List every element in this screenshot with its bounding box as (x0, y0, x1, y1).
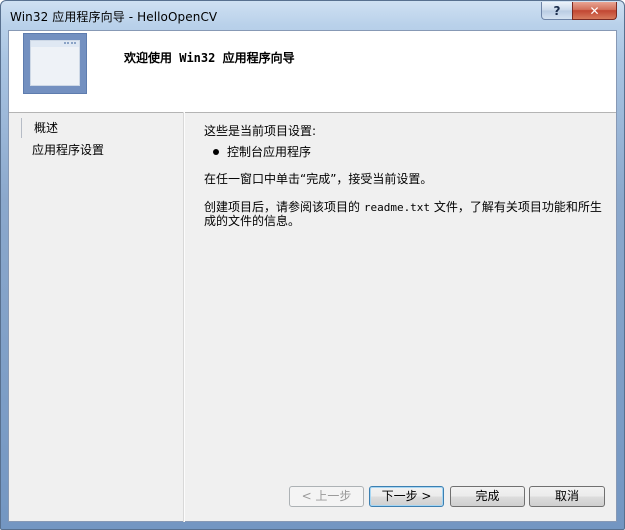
close-icon: ✕ (589, 3, 600, 18)
cancel-button[interactable]: 取消 (529, 486, 605, 507)
readme-text-part: 文件，了解有关项目功能和所生 (430, 200, 602, 214)
wizard-header: 欢迎使用 Win32 应用程序向导 (9, 31, 616, 113)
readme-instruction-continued: 成的文件的信息。 (204, 214, 301, 228)
readme-text-part: 创建项目后，请参阅该项目的 (204, 200, 364, 214)
nav-item-overview[interactable]: 概述 (21, 118, 174, 138)
wizard-window-icon (23, 33, 87, 94)
setting-list-item: 控制台应用程序 (213, 143, 311, 160)
readme-filename: readme.txt (363, 201, 431, 214)
next-button[interactable]: 下一步 > (369, 486, 444, 507)
wizard-nav: 概述 应用程序设置 (20, 118, 180, 428)
nav-divider (183, 112, 185, 522)
close-button[interactable]: ✕ (572, 2, 617, 20)
wizard-header-title: 欢迎使用 Win32 应用程序向导 (124, 51, 295, 65)
intro-text: 这些是当前项目设置: (204, 124, 317, 138)
window-title: Win32 应用程序向导 - HelloOpenCV (10, 10, 218, 24)
finish-instruction: 在任一窗口中单击“完成”，接受当前设置。 (204, 172, 433, 186)
help-icon: ? (553, 3, 561, 18)
bullet-icon (213, 148, 219, 155)
title-bar[interactable]: Win32 应用程序向导 - HelloOpenCV ? ✕ (1, 1, 624, 29)
help-button[interactable]: ? (541, 2, 573, 20)
wizard-window: Win32 应用程序向导 - HelloOpenCV ? ✕ 欢迎使用 Win3… (0, 0, 625, 530)
wizard-client-area: 欢迎使用 Win32 应用程序向导 概述 应用程序设置 这些是当前项目设置: 控… (8, 30, 617, 522)
readme-instruction: 创建项目后，请参阅该项目的 readme.txt 文件，了解有关项目功能和所生 (204, 200, 609, 215)
setting-label: 控制台应用程序 (227, 145, 312, 159)
previous-button[interactable]: < 上一步 (289, 486, 364, 507)
finish-button[interactable]: 完成 (450, 486, 525, 507)
nav-item-application-settings[interactable]: 应用程序设置 (20, 140, 172, 160)
